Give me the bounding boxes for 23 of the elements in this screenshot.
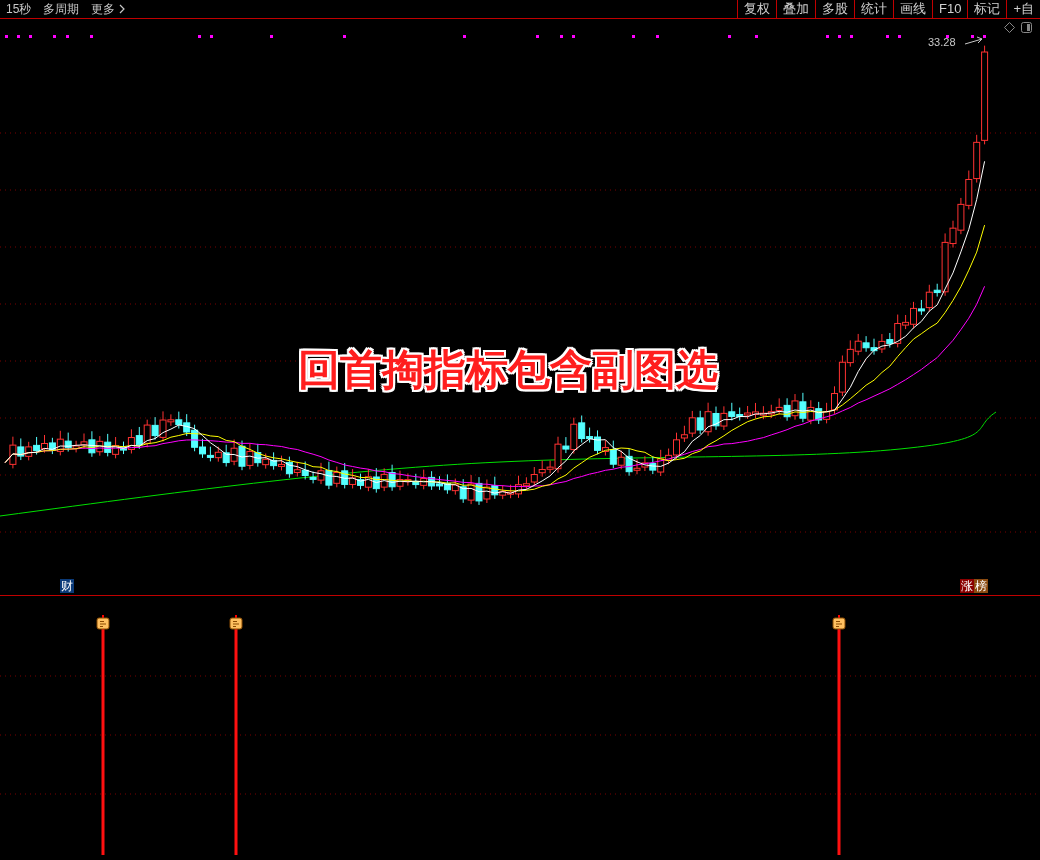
signpost-icon [96,615,110,630]
event-marker[interactable]: 榜 [974,579,988,593]
diamond-icon[interactable] [1004,22,1015,33]
event-marker[interactable]: 财 [60,579,74,593]
toolbar-button[interactable]: 叠加 [776,0,815,18]
chevron-right-icon[interactable] [119,4,126,14]
toolbar-button[interactable]: +自 [1006,0,1040,18]
signpost-icon [832,615,846,630]
toolbar-button[interactable]: 多股 [815,0,854,18]
toolbar-button[interactable]: 统计 [854,0,893,18]
toolbar-button[interactable]: F10 [932,0,968,18]
event-marker[interactable]: 涨 [960,579,974,593]
period-selector[interactable]: 15秒 [6,0,32,18]
price-label: 33.28 [928,37,956,48]
toolbar-button[interactable]: 复权 [737,0,776,18]
chart-caption: 回首掏指标包含副图选 [298,349,718,391]
toolbar-button[interactable]: 标记 [967,0,1007,18]
price-pointer-icon [964,36,983,45]
toolbar-link[interactable]: 更多 [91,0,116,18]
signpost-icon [229,615,243,630]
panel-toggle-icon[interactable] [1021,22,1032,33]
toolbar-link[interactable]: 多周期 [43,0,80,18]
toolbar-button[interactable]: 画线 [893,0,932,18]
